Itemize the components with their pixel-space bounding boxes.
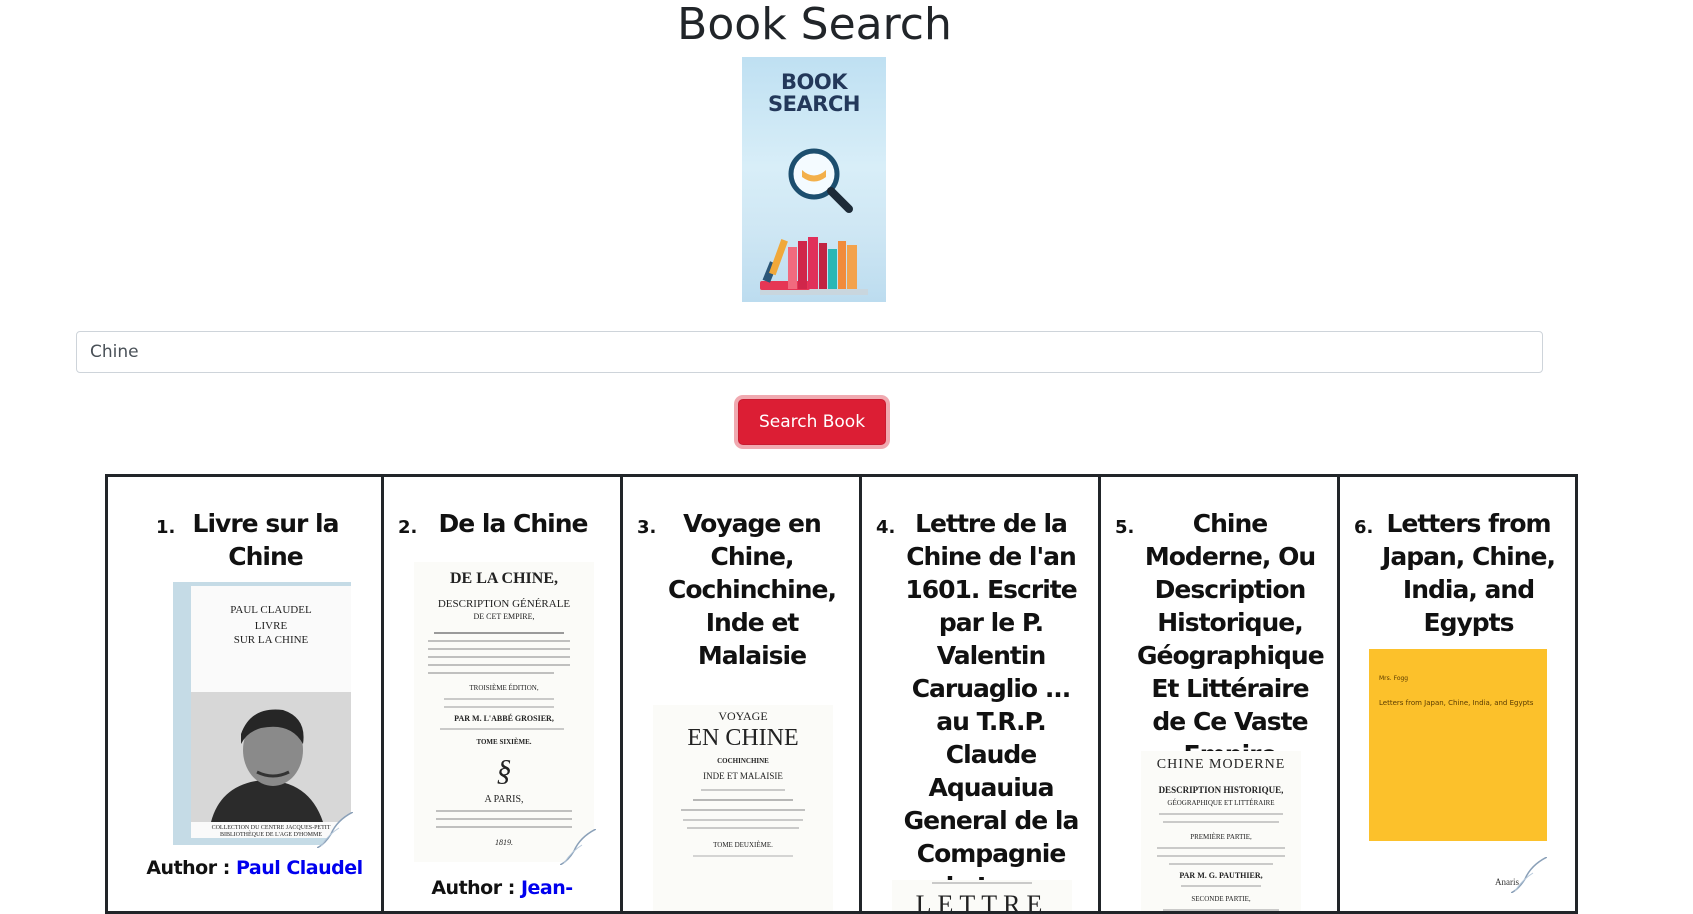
page-curl-icon bbox=[317, 812, 353, 848]
result-number: 1. bbox=[156, 517, 176, 538]
cover-title-line: GÉOGRAPHIQUE ET LITTÉRAIRE bbox=[1167, 799, 1275, 807]
book-title[interactable]: 5. Chine Moderne, Ou Description Histori… bbox=[1113, 507, 1329, 771]
cover-title-line: Letters from Japan, Chine, India, and Eg… bbox=[1379, 699, 1534, 707]
cover-part: SECONDE PARTIE, bbox=[1191, 895, 1251, 903]
result-number: 4. bbox=[876, 517, 896, 538]
page-curl-icon bbox=[560, 829, 596, 865]
cover-title-line: DESCRIPTION HISTORIQUE, bbox=[1158, 785, 1284, 795]
book-cover[interactable]: CHINE MODERNE DESCRIPTION HISTORIQUE, GÉ… bbox=[1141, 751, 1301, 911]
result-title-text: De la Chine bbox=[438, 509, 588, 538]
cover-volume: TOME DEUXIÈME. bbox=[713, 841, 773, 849]
book-cover[interactable]: PAUL CLAUDEL LIVRE SUR LA CHINE COLLECTI… bbox=[173, 582, 351, 845]
result-card[interactable]: 3. Voyage en Chine, Cochinchine, Inde et… bbox=[623, 477, 862, 911]
cover-author: PAR M. L'ABBÉ GROSIER, bbox=[454, 714, 554, 723]
magnifier-books-illustration bbox=[760, 148, 868, 295]
result-title-text: Chine Moderne, Ou Description Historique… bbox=[1137, 509, 1325, 769]
result-card[interactable]: 6. Letters from Japan, Chine, India, and… bbox=[1340, 477, 1575, 911]
cover-title-line: VOYAGE bbox=[718, 709, 768, 723]
cover-title-line: SUR LA CHINE bbox=[233, 634, 309, 646]
book-cover[interactable]: Mrs. Fogg Letters from Japan, Chine, Ind… bbox=[1369, 649, 1547, 841]
book-author: Author : Jean- bbox=[384, 877, 620, 899]
book-title[interactable]: 1. Livre sur la Chine bbox=[120, 507, 373, 573]
book-title[interactable]: 6. Letters from Japan, Chine, India, and… bbox=[1352, 507, 1567, 639]
book-title[interactable]: 3. Voyage en Chine, Cochinchine, Inde et… bbox=[635, 507, 851, 672]
page-title: Book Search bbox=[677, 0, 952, 50]
result-title-text: Lettre de la Chine de l'an 1601. Escrite… bbox=[903, 509, 1080, 901]
cover-author: PAUL CLAUDEL bbox=[230, 604, 312, 616]
page-curl-icon bbox=[1511, 857, 1547, 893]
cover-title-line: DE LA CHINE, bbox=[449, 570, 559, 587]
cover-title-line: DESCRIPTION GÉNÉRALE bbox=[437, 598, 571, 610]
result-title-text: Voyage en Chine, Cochinchine, Inde et Ma… bbox=[668, 509, 837, 670]
cover-title-line: COCHINCHINE bbox=[717, 757, 769, 765]
cover-edition: TROISIÈME ÉDITION, bbox=[469, 684, 539, 692]
search-book-button[interactable]: Search Book bbox=[738, 399, 886, 445]
cover-title-line: LETTRE bbox=[915, 890, 1049, 914]
cover-title-line: DE CET EMPIRE, bbox=[473, 612, 535, 621]
cover-place: A PARIS, bbox=[484, 794, 524, 805]
author-link[interactable]: Paul Claudel bbox=[236, 857, 363, 879]
result-title-text: Letters from Japan, Chine, India, and Eg… bbox=[1382, 509, 1556, 637]
cover-title-line: LIVRE bbox=[254, 620, 288, 632]
book-title[interactable]: 4. Lettre de la Chine de l'an 1601. Escr… bbox=[874, 507, 1090, 903]
result-number: 5. bbox=[1115, 517, 1135, 538]
cover-title-line: INDE ET MALAISIE bbox=[703, 771, 783, 781]
result-card[interactable]: 2. De la Chine DE LA CHINE, DESCRIPTION … bbox=[384, 477, 623, 911]
result-card[interactable]: 1. Livre sur la Chine PAUL CLAUDEL LIVRE… bbox=[108, 477, 384, 911]
result-number: 3. bbox=[637, 517, 657, 538]
book-cover[interactable]: VOYAGE EN CHINE COCHINCHINE INDE ET MALA… bbox=[653, 705, 833, 911]
search-input[interactable] bbox=[76, 331, 1543, 373]
results-table: 1. Livre sur la Chine PAUL CLAUDEL LIVRE… bbox=[105, 474, 1578, 914]
book-title[interactable]: 2. De la Chine bbox=[396, 507, 612, 540]
cover-part: PREMIÈRE PARTIE, bbox=[1190, 833, 1252, 841]
result-card[interactable]: 4. Lettre de la Chine de l'an 1601. Escr… bbox=[862, 477, 1101, 911]
book-search-logo: BOOK SEARCH bbox=[742, 57, 886, 302]
cover-title-line: CHINE MODERNE bbox=[1156, 757, 1286, 772]
book-cover[interactable]: LETTRE bbox=[892, 880, 1072, 914]
cover-author: PAR M. G. PAUTHIER, bbox=[1179, 871, 1263, 880]
portrait-photo bbox=[191, 692, 351, 822]
cover-author: Mrs. Fogg bbox=[1379, 675, 1409, 682]
cover-title-line: EN CHINE bbox=[687, 725, 799, 751]
result-card[interactable]: 5. Chine Moderne, Ou Description Histori… bbox=[1101, 477, 1340, 911]
book-author: Author : Paul Claudel bbox=[108, 857, 381, 879]
cover-volume: TOME SIXIÈME. bbox=[476, 738, 532, 746]
result-number: 2. bbox=[398, 517, 418, 538]
result-number: 6. bbox=[1354, 517, 1374, 538]
author-label: Author : bbox=[431, 877, 515, 899]
cover-ornament: § bbox=[496, 754, 512, 787]
author-link[interactable]: Jean- bbox=[521, 877, 573, 899]
author-label: Author : bbox=[146, 857, 230, 879]
book-cover[interactable]: DE LA CHINE, DESCRIPTION GÉNÉRALE DE CET… bbox=[414, 562, 594, 862]
